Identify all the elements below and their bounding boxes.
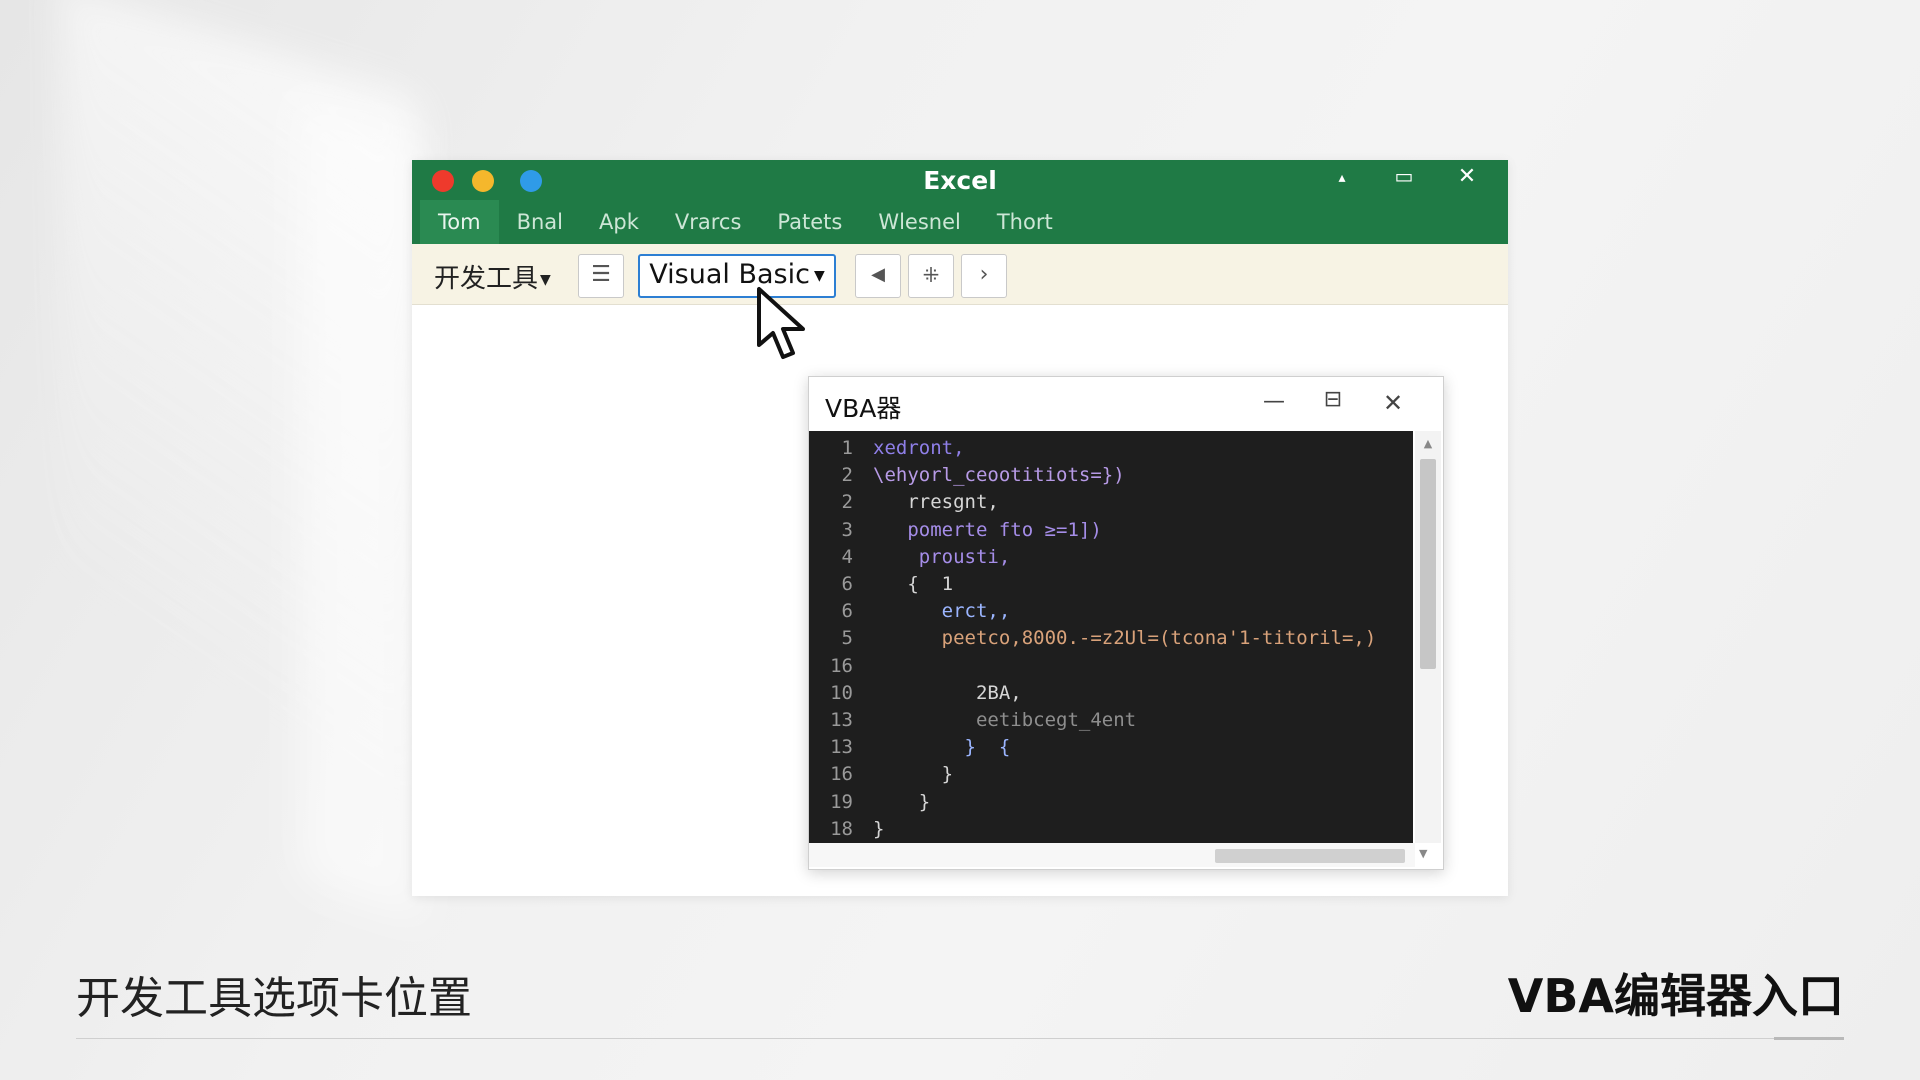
code-line[interactable]: 5 peetco,8000.-=z2Ul=(tcona'1-titoril=,): [809, 625, 1377, 652]
code-text: \ehyorl_ceootitiots=}): [873, 464, 1125, 487]
developer-tab-label: 开发工具: [434, 264, 539, 294]
code-line[interactable]: 13 eetibcegt_4ent: [809, 707, 1136, 734]
divider: [76, 1038, 1844, 1039]
code-text: peetco,8000.-=z2Ul=(tcona'1-titoril=,): [873, 627, 1377, 650]
previous-button[interactable]: ◀: [855, 254, 901, 298]
code-editor[interactable]: 1 xedront, 2 \ehyorl_ceootitiots=}) 2 rresgn…: [809, 431, 1413, 843]
insert-icon: ⁜: [922, 263, 940, 287]
caption-developer-tab-location: 开发工具选项卡位置: [76, 973, 472, 1024]
code-line[interactable]: 10 2BA,: [809, 680, 1022, 707]
vba-title-bar: VBA器 — ⊟ ✕: [809, 377, 1443, 431]
developer-tab-dropdown[interactable]: 开发工具 ▼: [434, 258, 551, 295]
title-bar: Excel ▴ ▭ ✕: [412, 160, 1508, 200]
line-number: 3: [841, 518, 853, 541]
list-icon: ☰: [591, 262, 611, 287]
line-number: 2: [841, 464, 853, 487]
vba-window-title: VBA器: [825, 394, 902, 423]
menu-item-2[interactable]: Apk: [581, 200, 657, 244]
minimize-icon[interactable]: —: [1259, 389, 1289, 414]
ribbon: 开发工具 ▼ ☰ Visual Basic ▼ ◀ ⁜ ›: [412, 244, 1508, 305]
code-text: xedront,: [873, 437, 965, 459]
vertical-scroll-thumb[interactable]: [1420, 459, 1436, 669]
code-text: eetibcegt_4ent: [873, 709, 1137, 731]
line-number: 6: [841, 600, 853, 623]
code-text: }: [873, 817, 885, 840]
code-text: pomerte fto ≥=1]): [873, 518, 1102, 541]
maximize-icon[interactable]: ▭: [1389, 164, 1419, 188]
divider-accent: [1774, 1037, 1844, 1040]
menu-item-4[interactable]: Patets: [759, 200, 860, 244]
horizontal-scroll-thumb[interactable]: [1215, 849, 1405, 863]
code-text: } {: [873, 736, 1011, 759]
menu-bar: Tom Bnal Apk Vrarcs Patets Wlesnel Thort: [412, 200, 1508, 244]
menu-item-3[interactable]: Vrarcs: [657, 200, 760, 244]
line-number: 18: [830, 817, 853, 840]
line-number: 6: [841, 573, 853, 595]
line-number: 10: [830, 681, 853, 704]
next-button[interactable]: ›: [961, 254, 1007, 298]
vertical-scrollbar[interactable]: ▲: [1415, 431, 1441, 843]
code-line[interactable]: 2 rresgnt,: [809, 489, 999, 516]
code-line[interactable]: 6 erct,,: [809, 598, 1011, 625]
window-light-reflection-secondary: [300, 100, 420, 920]
triangle-left-icon: ◀: [871, 264, 885, 285]
code-line[interactable]: 2 \ehyorl_ceootitiots=}): [809, 462, 1125, 489]
menu-item-6[interactable]: Thort: [979, 200, 1071, 244]
line-number: 16: [830, 654, 853, 677]
line-number: 1: [841, 437, 853, 459]
insert-button[interactable]: ⁜: [908, 254, 954, 298]
code-line[interactable]: 13 } {: [809, 734, 1010, 761]
chevron-right-icon: ›: [979, 262, 989, 287]
code-line[interactable]: 1 xedront,: [809, 435, 965, 462]
restore-icon[interactable]: ⊟: [1318, 387, 1348, 412]
horizontal-scrollbar[interactable]: ▼: [809, 843, 1427, 867]
code-text: }: [873, 763, 954, 786]
collapse-ribbon-icon[interactable]: ▴: [1327, 170, 1357, 186]
line-number: 4: [841, 545, 853, 568]
caption-vba-editor-entry: VBA编辑器入口: [1507, 969, 1844, 1023]
chevron-down-icon: ▼: [813, 267, 825, 284]
code-line[interactable]: 19 }: [809, 789, 930, 816]
list-view-button[interactable]: ☰: [578, 254, 624, 298]
code-text: rresgnt,: [873, 491, 999, 514]
line-number: 2: [841, 491, 853, 514]
menu-item-0[interactable]: Tom: [420, 200, 499, 244]
scroll-down-icon[interactable]: ▼: [1419, 847, 1427, 860]
chevron-down-icon: ▼: [540, 271, 551, 288]
code-text: { 1: [873, 573, 954, 595]
code-line[interactable]: 18}: [809, 816, 884, 843]
menu-item-5[interactable]: Wlesnel: [860, 200, 979, 244]
line-number: 13: [830, 736, 853, 759]
mouse-pointer-icon: [757, 287, 805, 359]
line-number: 13: [830, 709, 853, 731]
code-line[interactable]: 4 prousti,: [809, 544, 1011, 571]
close-icon[interactable]: ✕: [1452, 164, 1482, 189]
line-number: 16: [830, 763, 853, 786]
vba-editor-window: VBA器 — ⊟ ✕ 1 xedront, 2 \ehyorl_ceootitiots…: [808, 376, 1444, 870]
code-line[interactable]: 16 }: [809, 761, 953, 788]
close-icon[interactable]: ✕: [1378, 389, 1408, 417]
code-line[interactable]: 6 { 1: [809, 571, 954, 598]
code-text: 2BA,: [873, 681, 1022, 704]
line-number: 5: [841, 627, 853, 650]
code-text: erct,,: [873, 600, 1011, 623]
line-number: 19: [830, 790, 853, 813]
code-line[interactable]: 16: [809, 653, 873, 680]
scroll-up-icon[interactable]: ▲: [1415, 437, 1441, 450]
code-text: }: [873, 790, 931, 813]
code-line[interactable]: 3 pomerte fto ≥=1]): [809, 517, 1102, 544]
menu-item-1[interactable]: Bnal: [499, 200, 581, 244]
code-text: prousti,: [873, 545, 1011, 568]
